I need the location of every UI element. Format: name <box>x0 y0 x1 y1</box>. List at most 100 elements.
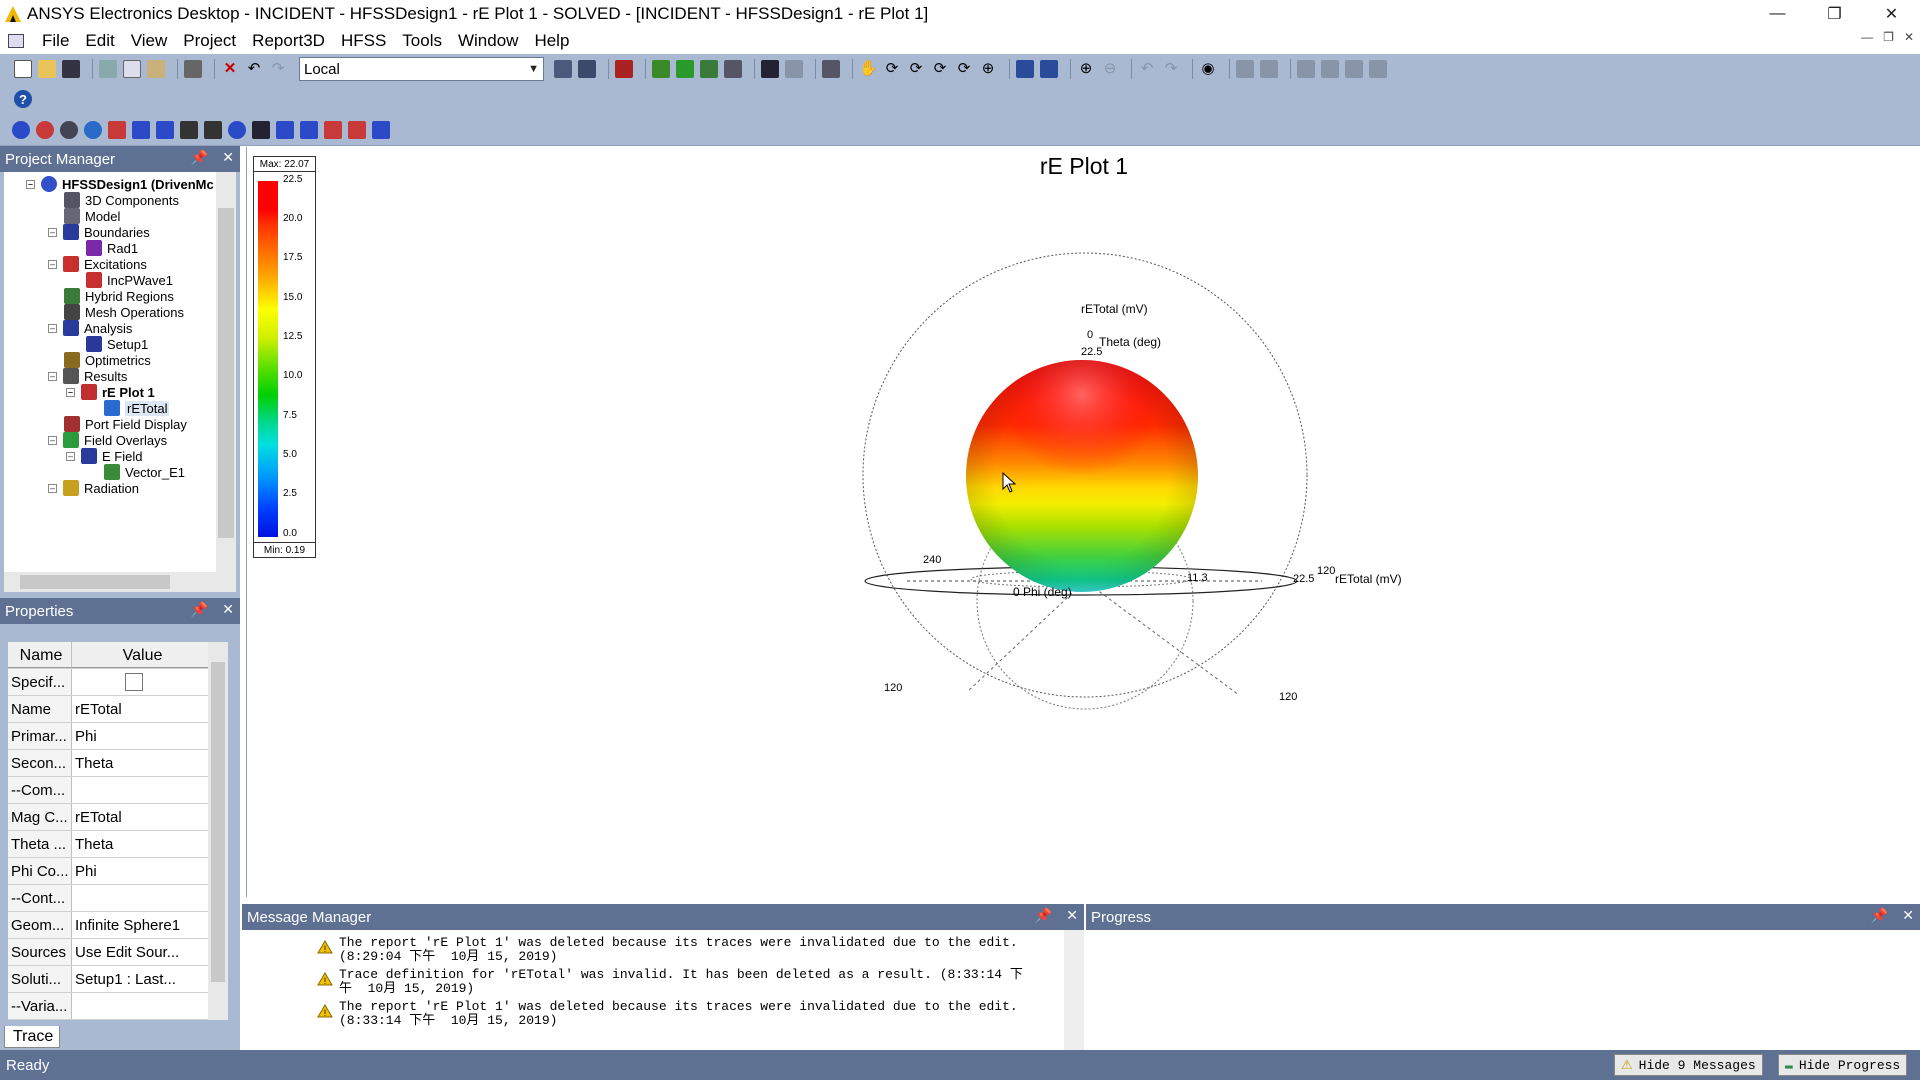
snap-icon[interactable] <box>578 60 596 78</box>
collapse-icon[interactable]: – <box>48 259 57 269</box>
message-item[interactable]: Trace definition for 'rETotal' was inval… <box>339 968 1023 996</box>
mdi-restore-icon[interactable]: ❐ <box>1883 30 1894 44</box>
hide-icon[interactable] <box>1260 60 1278 78</box>
menu-project[interactable]: Project <box>175 29 244 53</box>
plot2-icon[interactable] <box>300 120 318 139</box>
property-row[interactable]: Secon... Theta <box>8 750 210 777</box>
redo-view-icon[interactable]: ↷ <box>1162 60 1180 78</box>
mdi-close-icon[interactable]: ✕ <box>1904 30 1914 44</box>
optimetrics-icon[interactable] <box>156 120 174 139</box>
plot-window[interactable]: rE Plot 1 rETotal (mV) 0 Theta (deg) 22.… <box>246 147 1920 897</box>
sweep-icon[interactable] <box>132 120 150 139</box>
pin-icon[interactable]: 📌 <box>1871 907 1888 924</box>
property-row[interactable]: --Com... <box>8 777 210 804</box>
table-icon[interactable] <box>252 120 270 139</box>
pan-icon[interactable]: ✋ <box>859 60 878 78</box>
property-row[interactable]: --Cont... <box>8 885 210 912</box>
menu-view[interactable]: View <box>123 29 176 53</box>
close-panel-icon[interactable]: ✕ <box>222 149 234 166</box>
minimize-button[interactable]: — <box>1749 0 1806 28</box>
help-icon[interactable]: ? <box>14 90 32 108</box>
radiation-icon[interactable] <box>348 120 366 139</box>
close-panel-icon[interactable]: ✕ <box>1066 907 1078 924</box>
measure-icon[interactable] <box>785 60 803 78</box>
cut-icon[interactable] <box>99 60 117 78</box>
menu-tools[interactable]: Tools <box>394 29 450 53</box>
coordinate-system-select[interactable]: Local ▼ <box>299 57 544 81</box>
open-icon[interactable] <box>38 60 56 78</box>
property-row[interactable]: --Varia... <box>8 993 210 1020</box>
field-icon-4[interactable] <box>1369 60 1387 78</box>
analysis-icon[interactable] <box>108 120 126 139</box>
color-legend[interactable]: Max: 22.07 22.5 20.0 17.5 15.0 12.5 10.0… <box>253 156 316 558</box>
show-icon[interactable] <box>1236 60 1254 78</box>
property-row[interactable]: Name rETotal <box>8 696 210 723</box>
hide-progress-button[interactable]: ▬ Hide Progress <box>1778 1054 1908 1076</box>
wave-icon[interactable] <box>372 120 390 139</box>
rotate-x-icon[interactable]: ⟳ <box>907 60 925 78</box>
view-icon[interactable]: ◉ <box>1199 60 1217 78</box>
field-icon-1[interactable] <box>1297 60 1315 78</box>
specify-checkbox[interactable] <box>125 673 143 691</box>
delete-icon[interactable]: ✕ <box>221 60 239 78</box>
rotate-icon[interactable]: ⟳ <box>883 60 901 78</box>
excitation-icon[interactable] <box>60 120 78 139</box>
property-row[interactable]: Phi Co... Phi <box>8 858 210 885</box>
boundary-icon[interactable] <box>36 120 54 139</box>
marker-icon[interactable] <box>324 120 342 139</box>
collapse-icon[interactable]: – <box>48 483 57 493</box>
undo-view-icon[interactable]: ↶ <box>1138 60 1156 78</box>
rotate-y-icon[interactable]: ⟳ <box>931 60 949 78</box>
collapse-icon[interactable]: – <box>48 371 57 381</box>
pin-icon[interactable]: 📌 <box>191 601 208 618</box>
menu-report3d[interactable]: Report3D <box>244 29 333 53</box>
property-row[interactable]: Geom... Infinite Sphere1 <box>8 912 210 939</box>
stop-icon[interactable] <box>615 60 633 78</box>
paste-icon[interactable] <box>147 60 165 78</box>
mdi-minimize-icon[interactable]: — <box>1861 30 1873 44</box>
collapse-icon[interactable]: – <box>48 435 57 445</box>
fit-all-icon[interactable] <box>1016 60 1034 78</box>
sketch-icon[interactable] <box>761 60 779 78</box>
property-row[interactable]: Mag C... rETotal <box>8 804 210 831</box>
report-icon[interactable] <box>204 120 222 139</box>
close-panel-icon[interactable]: ✕ <box>222 601 234 618</box>
print-icon[interactable] <box>184 60 202 78</box>
menu-help[interactable]: Help <box>526 29 577 53</box>
pin-icon[interactable]: 📌 <box>191 149 208 166</box>
close-button[interactable]: ✕ <box>1863 0 1920 28</box>
zoom-icon[interactable]: ⊕ <box>979 60 997 78</box>
hide-messages-button[interactable]: ⚠ Hide 9 Messages <box>1614 1054 1763 1076</box>
menu-hfss[interactable]: HFSS <box>333 29 394 53</box>
rotate-z-icon[interactable]: ⟳ <box>955 60 973 78</box>
collapse-icon[interactable]: – <box>66 387 75 397</box>
collapse-icon[interactable]: – <box>48 323 57 333</box>
property-row[interactable]: Primar... Phi <box>8 723 210 750</box>
field-icon-3[interactable] <box>1345 60 1363 78</box>
save-icon[interactable] <box>62 60 80 78</box>
hfss-design-icon[interactable] <box>12 120 30 139</box>
check-icon[interactable] <box>676 60 694 78</box>
grid-icon[interactable] <box>554 60 572 78</box>
field-overlay-icon[interactable] <box>228 120 246 139</box>
property-row[interactable]: Sources Use Edit Sour... <box>8 939 210 966</box>
property-row[interactable]: Theta ... Theta <box>8 831 210 858</box>
pin-icon[interactable]: 📌 <box>1035 907 1052 924</box>
property-row[interactable]: Specif... <box>8 669 210 696</box>
close-panel-icon[interactable]: ✕ <box>1902 907 1914 924</box>
copy-icon[interactable] <box>123 60 141 78</box>
menu-edit[interactable]: Edit <box>77 29 122 53</box>
tree-item-radiation[interactable]: – Radiation <box>48 478 139 498</box>
field-icon-2[interactable] <box>1321 60 1339 78</box>
collapse-icon[interactable]: – <box>48 227 57 237</box>
tree-horizontal-scrollbar[interactable] <box>4 572 236 592</box>
results-icon[interactable] <box>724 60 742 78</box>
message-scrollbar[interactable] <box>1064 930 1084 1050</box>
validate-icon[interactable] <box>652 60 670 78</box>
menu-file[interactable]: File <box>34 29 77 53</box>
collapse-icon[interactable]: – <box>66 451 75 461</box>
document-icon[interactable] <box>8 34 24 48</box>
property-row[interactable]: Soluti... Setup1 : Last... <box>8 966 210 993</box>
select-icon[interactable] <box>822 60 840 78</box>
fit-selection-icon[interactable] <box>1040 60 1058 78</box>
